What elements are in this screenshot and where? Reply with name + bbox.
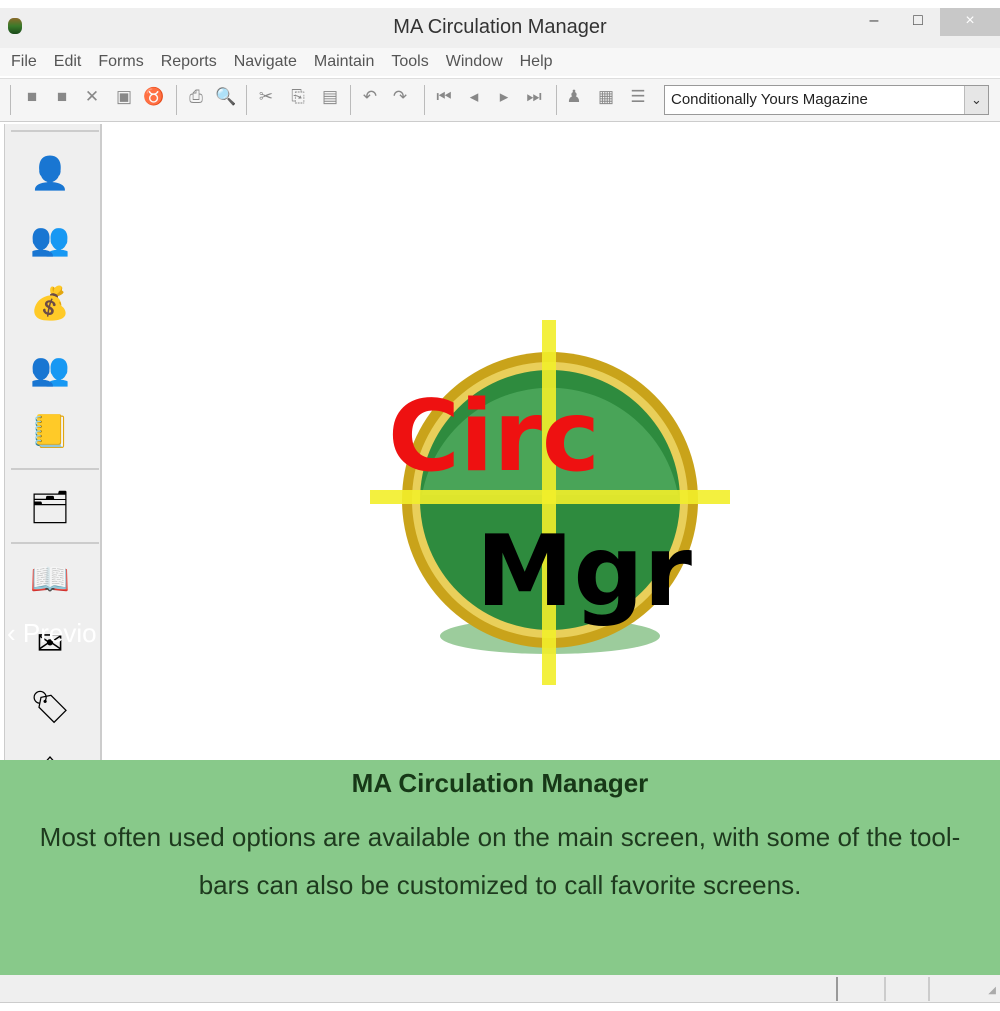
print-preview-icon[interactable]: 🔍 [214, 87, 238, 107]
logo-circ: Circ [388, 380, 600, 494]
hierarchy-icon[interactable]: 🗂 [27, 484, 73, 530]
menu-forms[interactable]: Forms [87, 48, 149, 76]
menu-tools[interactable]: Tools [380, 48, 434, 76]
cut-icon[interactable]: ✂ [254, 87, 278, 107]
caption-band: MA Circulation Manager Most often used o… [0, 760, 1000, 975]
chevron-down-icon[interactable]: ⌄ [964, 86, 988, 114]
copy-icon[interactable]: ⎘ [286, 87, 310, 107]
undo-changes-icon[interactable]: ♉ [142, 87, 166, 107]
circ-mgr-logo: Circ Mgr [370, 320, 730, 685]
first-record-icon[interactable]: ⏮ [432, 87, 456, 107]
previous-overlay[interactable]: ‹ Previo [7, 618, 105, 649]
minimize-button[interactable]: – [852, 8, 896, 36]
menu-reports[interactable]: Reports [150, 48, 223, 76]
home-icon[interactable]: ⌂ [27, 740, 73, 760]
caption-title: MA Circulation Manager [351, 768, 649, 798]
publication-select[interactable]: Conditionally Yours Magazine ⌄ [664, 85, 989, 115]
status-panel [884, 977, 886, 1001]
toolbar: ■ ■ ✕ ▣ ♉ ⎙ 🔍 ✂ ⎘ ▤ ↶ ↷ ⏮ ◂ ▸ ⏭ ♟ ▦ ☰ Co… [0, 78, 1000, 122]
new-icon[interactable]: ■ [20, 87, 44, 107]
title-bar: MA Circulation Manager – □ × [0, 8, 1000, 48]
undo-icon[interactable]: ↶ [358, 87, 382, 107]
menu-maintain[interactable]: Maintain [303, 48, 380, 76]
customer-icon[interactable]: 👤 [27, 150, 73, 196]
menu-bar: File Edit Forms Reports Navigate Maintai… [0, 48, 1000, 76]
menu-navigate[interactable]: Navigate [223, 48, 303, 76]
find-icon[interactable]: ♟ [562, 87, 586, 107]
contacts-icon[interactable]: 👥 [27, 346, 73, 392]
notes-icon[interactable]: 📒 [27, 408, 73, 454]
menu-file[interactable]: File [0, 48, 43, 76]
labels-icon[interactable]: 🏷 [27, 684, 73, 730]
status-panel [836, 977, 838, 1001]
caption-text: Most often used options are available on… [39, 822, 961, 900]
publication-select-value: Conditionally Yours Magazine [671, 91, 868, 108]
last-record-icon[interactable]: ⏭ [522, 87, 546, 107]
calendar-icon[interactable]: 📖 [27, 556, 73, 602]
filter-icon[interactable]: ▦ [594, 87, 618, 107]
close-button[interactable]: × [940, 8, 1000, 36]
next-record-icon[interactable]: ▸ [492, 87, 516, 107]
window-title: MA Circulation Manager [393, 16, 607, 38]
menu-edit[interactable]: Edit [43, 48, 88, 76]
previous-record-icon[interactable]: ◂ [462, 87, 486, 107]
print-icon[interactable]: ⎙ [184, 87, 208, 107]
maximize-button[interactable]: □ [896, 8, 940, 36]
logo-mgr: Mgr [476, 515, 693, 629]
sidebar: 👤 👥 💰 👥 📒 🗂 📖 ✉ 🏷 ⌂ ‹ Previo [4, 124, 102, 764]
chevron-left-icon: ‹ [7, 618, 16, 648]
resize-grip-icon[interactable]: ◢ [988, 985, 996, 996]
status-panel [928, 977, 930, 1001]
paste-icon[interactable]: ▤ [318, 87, 342, 107]
previous-label: Previo [22, 618, 97, 648]
sort-icon[interactable]: ☰ [626, 87, 650, 107]
customers-group-icon[interactable]: 👥 [27, 216, 73, 262]
redo-icon[interactable]: ↷ [388, 87, 412, 107]
delete-icon[interactable]: ✕ [80, 87, 104, 107]
menu-help[interactable]: Help [509, 48, 559, 76]
save-icon[interactable]: ▣ [112, 87, 136, 107]
open-icon[interactable]: ■ [50, 87, 74, 107]
money-bag-icon[interactable]: 💰 [27, 280, 73, 326]
menu-window[interactable]: Window [435, 48, 509, 76]
status-bar: ◢ [0, 975, 1000, 1003]
